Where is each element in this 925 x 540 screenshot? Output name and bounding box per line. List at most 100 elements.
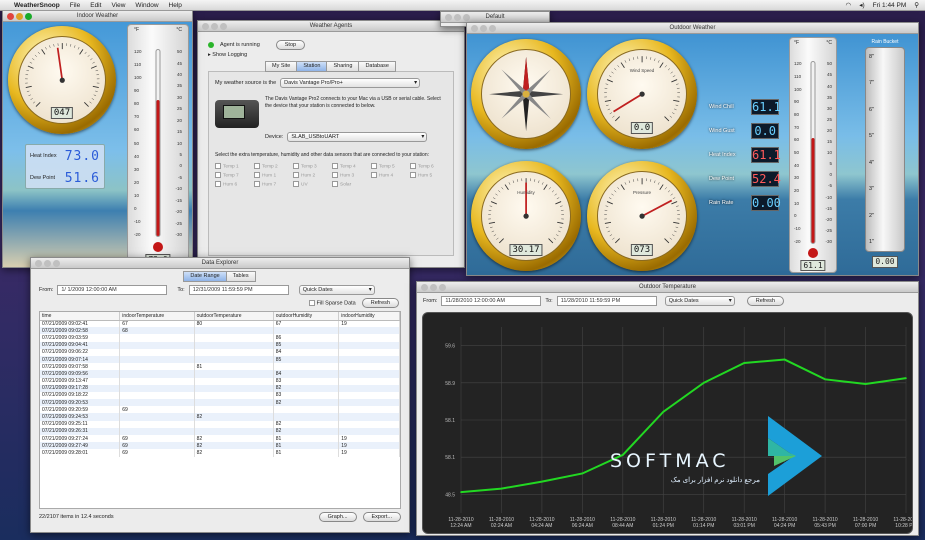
tab-station[interactable]: Station	[296, 61, 328, 72]
tab-tables[interactable]: Tables	[225, 271, 256, 282]
table-row[interactable]: 07/21/2009 09:20:59 69	[40, 406, 400, 414]
column-header[interactable]: outdoorHumidity	[273, 312, 340, 321]
table-row[interactable]: 07/21/2009 09:04:41 85	[40, 341, 400, 349]
outdoor-temperature-titlebar[interactable]: Outdoor Temperature	[417, 282, 918, 293]
table-row[interactable]: 07/21/2009 09:27:24 69 82 81 19	[40, 435, 400, 443]
table-row[interactable]: 07/21/2009 09:02:41 67 80 67 19	[40, 320, 400, 328]
compass-rose-icon	[488, 56, 564, 132]
spotlight-icon[interactable]: ⚲	[914, 1, 919, 9]
sensor-temp6[interactable]: Temp 6	[410, 162, 447, 169]
data-explorer-titlebar[interactable]: Data Explorer	[31, 258, 409, 269]
sensor-solar[interactable]: Solar	[332, 181, 369, 187]
from-date-field[interactable]: 1/ 1/2009 12:00:00 AM	[57, 285, 168, 295]
tab-database[interactable]: Database	[358, 61, 396, 72]
sensor-hum1[interactable]: Hum 1	[254, 171, 291, 178]
menu-window[interactable]: Window	[135, 2, 158, 9]
sensor-temp7[interactable]: Temp 7	[215, 171, 252, 178]
table-cell: 07/21/2009 09:06:22	[40, 348, 121, 356]
table-row[interactable]: 07/21/2009 09:26:31 82	[40, 427, 400, 435]
scale-tick: 10	[176, 140, 182, 146]
table-row[interactable]: 07/21/2009 09:20:53 82	[40, 399, 400, 407]
sensor-temp1[interactable]: Temp 1	[215, 162, 252, 169]
sensor-temp2[interactable]: Temp 2	[254, 162, 291, 169]
column-header[interactable]: outdoorTemperature	[194, 312, 274, 321]
table-row[interactable]: 07/21/2009 09:18:22 83	[40, 391, 400, 400]
sensor-hum5[interactable]: Hum 5	[410, 171, 447, 178]
table-row[interactable]: 07/21/2009 09:25:11 82	[40, 420, 400, 428]
refresh-button[interactable]: Refresh	[746, 296, 784, 306]
zoom-button[interactable]	[25, 13, 32, 20]
table-row[interactable]: 07/21/2009 09:17:28 82	[40, 384, 400, 392]
table-row[interactable]: 07/21/2009 09:13:47 83	[40, 377, 400, 385]
export-button[interactable]: Export...	[362, 512, 401, 522]
to-date-field[interactable]: 12/31/2009 11:59:59 PM	[188, 285, 289, 295]
fill-sparse-checkbox[interactable]: Fill Sparse Data	[308, 299, 356, 306]
tab-date-range[interactable]: Date Range	[183, 271, 227, 282]
sensor-temp4[interactable]: Temp 4	[332, 162, 369, 169]
table-row[interactable]: 07/21/2009 09:06:22 84	[40, 348, 400, 356]
wifi-icon[interactable]: ◠	[846, 1, 852, 9]
sensor-hum6[interactable]: Hum 6	[215, 181, 252, 187]
table-cell: 07/21/2009 09:27:49	[40, 442, 121, 450]
outdoor-readouts: Wind Chill 61.1 Wind Gust 0.0 Heat Index 61…	[709, 95, 781, 215]
menu-app-name[interactable]: WeatherSnoop	[14, 2, 60, 9]
refresh-button[interactable]: Refresh	[361, 298, 399, 308]
table-cell: 81	[273, 442, 340, 450]
sensor-uv[interactable]: UV	[293, 181, 330, 187]
menu-help[interactable]: Help	[169, 2, 182, 9]
weather-agents-titlebar[interactable]: Weather Agents	[198, 21, 464, 32]
menubar-clock[interactable]: Fri 1:44 PM	[873, 2, 907, 9]
to-date-field[interactable]: 11/28/2010 11:59:59 PM	[556, 296, 657, 306]
thermo-bulb	[808, 247, 818, 258]
table-row[interactable]: 07/21/2009 09:27:49 69 82 81 19	[40, 442, 400, 450]
column-header[interactable]: time	[40, 312, 121, 321]
pressure-label: Pressure	[632, 189, 651, 195]
close-button[interactable]	[7, 13, 14, 20]
scale-tick: 60	[134, 127, 140, 133]
tab-my-site[interactable]: My Site	[265, 61, 298, 72]
show-logging[interactable]: ▸ Show Logging	[208, 52, 454, 58]
stop-button[interactable]: Stop	[275, 40, 306, 50]
menu-view[interactable]: View	[111, 2, 125, 9]
outdoor-titlebar[interactable]: Outdoor Weather	[467, 23, 918, 34]
window-title: Weather Agents	[309, 23, 353, 29]
table-row[interactable]: 07/21/2009 09:02:58 68	[40, 327, 400, 335]
scale-tick: -30	[825, 238, 832, 244]
table-row[interactable]: 07/21/2009 09:07:58 81	[40, 363, 400, 371]
table-cell: 07/21/2009 09:07:58	[40, 363, 121, 371]
table-cell: 07/21/2009 09:02:58	[40, 327, 121, 335]
table-row[interactable]: 07/21/2009 09:07:14 85	[40, 355, 400, 364]
tab-sharing[interactable]: Sharing	[326, 61, 360, 72]
device-select[interactable]: SLAB_USBtoUART	[287, 132, 428, 142]
sensor-hum4[interactable]: Hum 4	[371, 171, 408, 178]
quick-dates-select[interactable]: Quick Dates	[298, 285, 375, 295]
indoor-titlebar[interactable]: Indoor Weather	[3, 11, 192, 22]
minimize-button[interactable]	[16, 13, 23, 20]
table-row[interactable]: 07/21/2009 09:24:53 82	[40, 413, 400, 421]
thermo-bulb	[153, 241, 163, 252]
table-row[interactable]: 07/21/2009 09:28:01 69 82 81 19	[40, 449, 400, 457]
table-cell: 85	[273, 341, 340, 349]
column-header[interactable]: indoorHumidity	[338, 312, 400, 321]
menu-file[interactable]: File	[70, 2, 80, 9]
table-row[interactable]: 07/21/2009 09:03:59 86	[40, 334, 400, 342]
menu-edit[interactable]: Edit	[90, 2, 101, 9]
table-row[interactable]: 07/21/2009 09:09:56 84	[40, 370, 400, 378]
data-point	[622, 454, 624, 456]
data-table[interactable]: time indoorTemperature outdoorTemperature o…	[39, 311, 401, 509]
sensor-hum2[interactable]: Hum 2	[293, 171, 330, 178]
column-header[interactable]: indoorTemperature	[119, 312, 195, 321]
sensor-temp5[interactable]: Temp 5	[371, 162, 408, 169]
sensor-hum3[interactable]: Hum 3	[332, 171, 369, 178]
scale-tick: 3"	[869, 186, 875, 193]
wind-chill-label: Wind Chill	[709, 104, 734, 110]
source-select[interactable]: Davis Vantage Pro/Pro+	[280, 78, 421, 88]
volume-icon[interactable]: ◂)	[859, 1, 864, 9]
station-description: The Davis Vantage Pro2 connects to your …	[265, 96, 441, 109]
sensor-temp3[interactable]: Temp 3	[293, 162, 330, 169]
quick-dates-select[interactable]: Quick Dates	[664, 296, 735, 306]
status-light	[208, 42, 214, 48]
from-date-field[interactable]: 11/28/2010 12:00:00 AM	[441, 296, 542, 306]
sensor-hum7[interactable]: Hum 7	[254, 181, 291, 187]
graph-button[interactable]: Graph...	[318, 512, 357, 522]
